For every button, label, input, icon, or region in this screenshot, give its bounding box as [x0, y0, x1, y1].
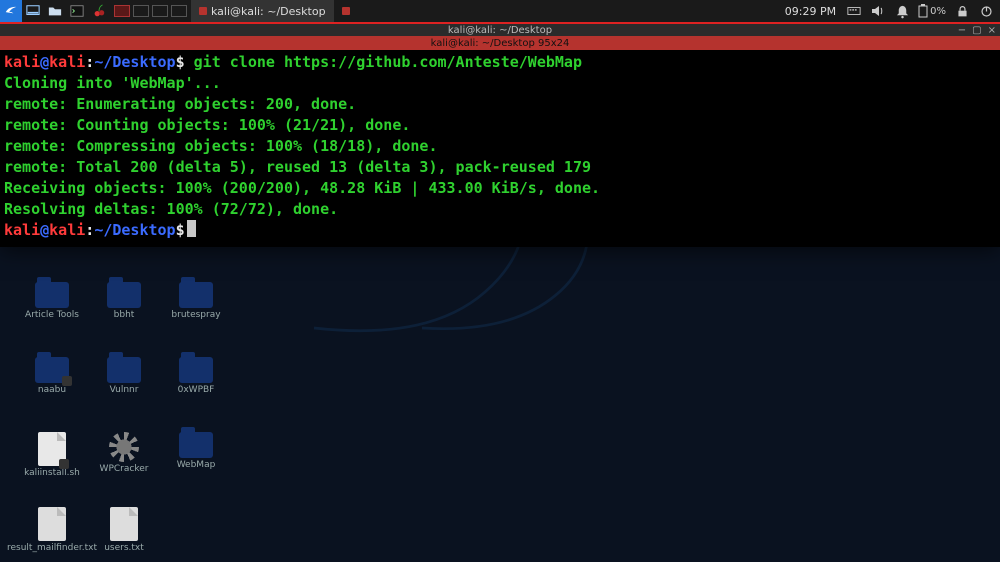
folder-icon: [48, 4, 62, 18]
folder-icon: [179, 432, 213, 458]
gear-icon: [109, 432, 139, 462]
desktop-icon-label: users.txt: [104, 543, 144, 553]
folder-icon: [107, 282, 141, 308]
window-titlebar[interactable]: kali@kali: ~/Desktop − ▢ ×: [0, 22, 1000, 36]
taskbar: kali@kali: ~/Desktop: [191, 0, 358, 22]
terminal-tab[interactable]: kali@kali: ~/Desktop 95x24: [0, 36, 1000, 50]
folder-icon: [179, 282, 213, 308]
script-file-icon: [38, 432, 66, 466]
cherry-icon: [92, 4, 106, 18]
power-icon: [980, 5, 993, 18]
task-button-1[interactable]: [334, 0, 358, 22]
text-file-icon: [38, 507, 66, 541]
folder-lock-icon: [35, 357, 69, 383]
desktop-icon-label: brutespray: [171, 310, 220, 320]
desktop-icon-webmap[interactable]: WebMap: [164, 432, 228, 470]
desktop-icon-label: Article Tools: [25, 310, 79, 320]
keyboard-icon: [847, 4, 861, 18]
folder-icon: [107, 357, 141, 383]
maximize-button[interactable]: ▢: [972, 25, 981, 36]
workspace-2[interactable]: [133, 5, 149, 17]
file-manager-button[interactable]: [44, 0, 66, 22]
desktop-icon-users-txt[interactable]: users.txt: [92, 507, 156, 553]
desktop-icon-label: bbht: [114, 310, 135, 320]
close-button[interactable]: ×: [988, 25, 996, 36]
terminal-output[interactable]: kali@kali:~/Desktop$ git clone https://g…: [0, 50, 1000, 247]
workspace-3[interactable]: [152, 5, 168, 17]
power-button[interactable]: [978, 3, 994, 19]
lock-icon: [956, 5, 969, 18]
desktop-icon-label: naabu: [38, 385, 66, 395]
desktop-icon-wpcracker[interactable]: WPCracker: [92, 432, 156, 474]
terminal-tab-label: kali@kali: ~/Desktop 95x24: [431, 38, 570, 49]
workspace-1[interactable]: [114, 5, 130, 17]
battery-icon: [918, 4, 928, 18]
lock-button[interactable]: [954, 3, 970, 19]
top-panel: kali@kali: ~/Desktop 09:29 PM 0%: [0, 0, 1000, 22]
terminal-cursor: [187, 220, 196, 237]
keyboard-indicator[interactable]: [846, 3, 862, 19]
cherrytree-button[interactable]: [88, 0, 110, 22]
desktop-icon-label: WPCracker: [100, 464, 149, 474]
task-app-icon: [342, 7, 350, 15]
terminal-launcher-button[interactable]: [66, 0, 88, 22]
show-desktop-button[interactable]: [22, 0, 44, 22]
workspace-switcher[interactable]: [114, 5, 187, 17]
desktop-icon-0xwpbf[interactable]: 0xWPBF: [164, 357, 228, 395]
task-button-0[interactable]: kali@kali: ~/Desktop: [191, 0, 334, 22]
desktop-icon-brutespray[interactable]: brutespray: [164, 282, 228, 320]
desktop-icon-kaliinstall-sh[interactable]: kaliinstall.sh: [20, 432, 84, 478]
desktop-icon-label: kaliinstall.sh: [24, 468, 80, 478]
speaker-icon: [870, 3, 886, 19]
text-file-icon: [110, 507, 138, 541]
terminal-icon: [70, 4, 84, 18]
desktop-icon: [26, 4, 40, 18]
task-label: kali@kali: ~/Desktop: [211, 5, 326, 18]
battery-indicator[interactable]: 0%: [918, 4, 946, 18]
desktop-icon-label: Vulnnr: [110, 385, 139, 395]
clock[interactable]: 09:29 PM: [783, 5, 838, 18]
app-menu-button[interactable]: [0, 0, 22, 22]
folder-icon: [179, 357, 213, 383]
desktop-icon-label: result_mailfinder.txt: [7, 543, 97, 553]
minimize-button[interactable]: −: [958, 25, 966, 36]
bell-icon: [895, 4, 910, 19]
task-app-icon: [199, 7, 207, 15]
desktop-icon-article-tools[interactable]: Article Tools: [20, 282, 84, 320]
folder-icon: [35, 282, 69, 308]
desktop-icon-naabu[interactable]: naabu: [20, 357, 84, 395]
desktop-icon-vulnnr[interactable]: Vulnnr: [92, 357, 156, 395]
notifications-indicator[interactable]: [894, 3, 910, 19]
workspace-4[interactable]: [171, 5, 187, 17]
desktop-icon-bbht[interactable]: bbht: [92, 282, 156, 320]
window-title: kali@kali: ~/Desktop: [448, 25, 552, 36]
terminal-window[interactable]: kali@kali: ~/Desktop − ▢ × kali@kali: ~/…: [0, 22, 1000, 247]
desktop-icon-result_mailfinder-txt[interactable]: result_mailfinder.txt: [20, 507, 84, 553]
kali-logo-icon: [4, 4, 18, 18]
desktop-icon-label: 0xWPBF: [178, 385, 215, 395]
battery-percent: 0%: [930, 6, 946, 17]
desktop-icon-label: WebMap: [177, 460, 216, 470]
volume-indicator[interactable]: [870, 3, 886, 19]
